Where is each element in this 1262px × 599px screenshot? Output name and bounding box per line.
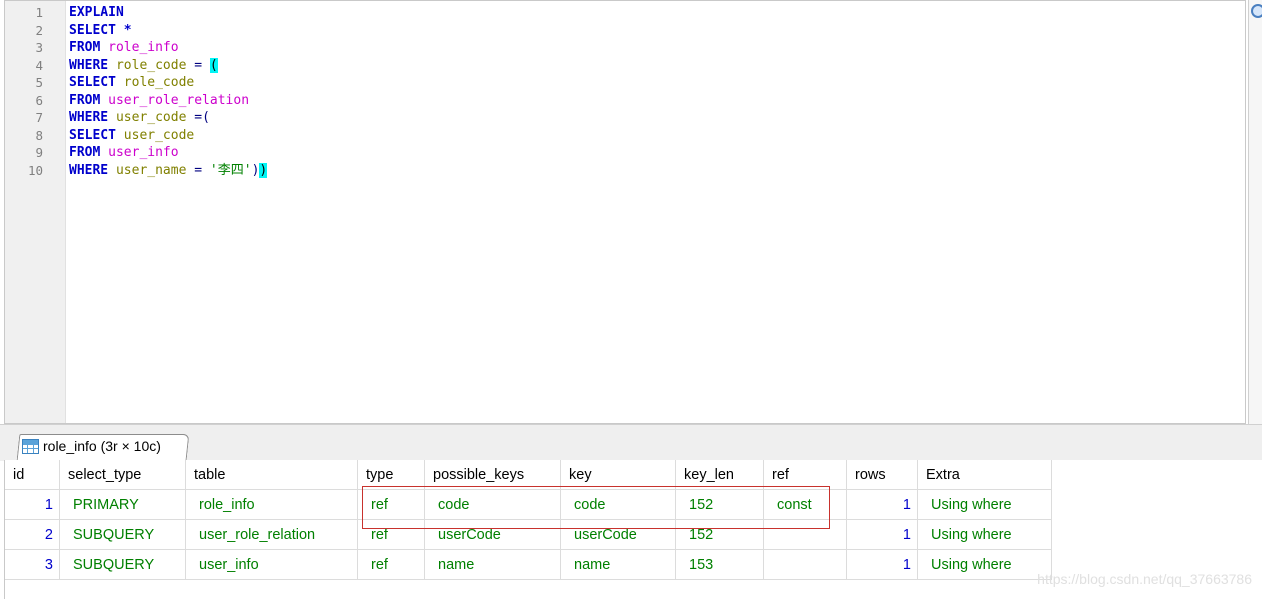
table-name: user_info	[108, 145, 179, 160]
cell-key-len[interactable]: 152	[675, 519, 764, 550]
line-number: 2	[35, 22, 43, 38]
code-line: WHERE user_code =(	[69, 109, 267, 127]
keyword-from: FROM	[69, 145, 101, 160]
cell-key-len[interactable]: 153	[675, 549, 764, 580]
column-name: role_code	[123, 75, 195, 90]
column-name: user_code	[123, 127, 195, 143]
keyword-from: FROM	[69, 92, 101, 108]
line-number: 7	[35, 110, 43, 125]
line-number: 8	[35, 127, 43, 143]
cell-key[interactable]: code	[560, 489, 676, 520]
cell-ref[interactable]: const	[763, 489, 847, 520]
line-number-gutter: 1 2 3 4 5 6 7 8 9 10	[5, 1, 66, 423]
column-header-table[interactable]: table	[185, 460, 358, 490]
operator: =	[194, 162, 203, 178]
code-line: FROM user_info	[69, 144, 267, 162]
cell-key-len[interactable]: 152	[675, 489, 764, 520]
cell-select-type[interactable]: SUBQUERY	[59, 519, 186, 550]
explain-result-table: id select_type table type possible_keys …	[5, 460, 1052, 580]
column-name: user_code	[115, 110, 187, 125]
watermark: https://blog.csdn.net/qq_37663786	[1037, 571, 1252, 587]
cell-table[interactable]: user_role_relation	[185, 519, 358, 550]
line-number: 3	[35, 40, 43, 55]
cell-select-type[interactable]: SUBQUERY	[59, 549, 186, 580]
code-line: EXPLAIN	[69, 4, 267, 22]
table-name: user_role_relation	[108, 92, 250, 108]
column-name: user_name	[115, 162, 187, 178]
cell-id[interactable]: 3	[5, 549, 60, 580]
cell-rows[interactable]: 1	[846, 519, 918, 550]
table-name: role_info	[108, 40, 179, 55]
code-line: FROM user_role_relation	[69, 92, 267, 110]
keyword-from: FROM	[69, 40, 101, 55]
column-name: role_code	[115, 57, 187, 73]
column-header-select-type[interactable]: select_type	[59, 460, 186, 490]
cell-id[interactable]: 2	[5, 519, 60, 550]
table-grid-icon	[22, 438, 39, 454]
column-header-type[interactable]: type	[357, 460, 425, 490]
vertical-scrollbar[interactable]	[1248, 0, 1262, 424]
operator: =	[194, 57, 203, 73]
tab-role-info[interactable]: role_info (3r × 10c)	[22, 434, 161, 458]
bracket-highlight: (	[209, 57, 218, 73]
code-line: WHERE role_code = (	[69, 57, 267, 75]
code-line: WHERE user_name = '李四'))	[69, 162, 268, 180]
sql-code[interactable]: EXPLAIN SELECT * FROM role_info WHERE ro…	[69, 4, 268, 180]
cell-table[interactable]: user_info	[185, 549, 358, 580]
column-header-extra[interactable]: Extra	[917, 460, 1052, 490]
code-line: SELECT *	[69, 22, 267, 40]
cell-type[interactable]: ref	[357, 519, 425, 550]
column-header-id[interactable]: id	[5, 460, 60, 490]
line-number: 5	[35, 75, 43, 90]
column-header-key-len[interactable]: key_len	[675, 460, 764, 490]
keyword-select: SELECT	[69, 127, 116, 143]
cell-possible-keys[interactable]: name	[424, 549, 561, 580]
cell-extra[interactable]: Using where	[917, 489, 1052, 520]
sql-editor[interactable]: 1 2 3 4 5 6 7 8 9 10 EXPLAIN SELECT * FR…	[4, 0, 1246, 424]
line-number: 9	[35, 145, 43, 160]
keyword-where: WHERE	[69, 110, 109, 125]
cell-key[interactable]: userCode	[560, 519, 676, 550]
table-row[interactable]: 1 PRIMARY role_info ref code code 152 co…	[5, 489, 1052, 520]
cell-type[interactable]: ref	[357, 549, 425, 580]
bracket-highlight: )	[259, 162, 268, 178]
operator: =(	[194, 110, 210, 125]
cell-table[interactable]: role_info	[185, 489, 358, 520]
keyword-select: SELECT	[69, 75, 116, 90]
table-row[interactable]: 2 SUBQUERY user_role_relation ref userCo…	[5, 519, 1052, 550]
line-number: 10	[27, 162, 43, 178]
line-number: 6	[35, 92, 43, 108]
code-line: SELECT role_code	[69, 74, 267, 92]
line-number: 4	[35, 57, 43, 73]
code-line: FROM role_info	[69, 39, 267, 57]
tab-label: role_info (3r × 10c)	[43, 438, 161, 454]
cell-ref[interactable]	[763, 519, 847, 550]
cell-rows[interactable]: 1	[846, 489, 918, 520]
table-header-row: id select_type table type possible_keys …	[5, 460, 1052, 490]
cell-rows[interactable]: 1	[846, 549, 918, 580]
keyword-where: WHERE	[69, 162, 109, 178]
cell-possible-keys[interactable]: userCode	[424, 519, 561, 550]
column-header-possible-keys[interactable]: possible_keys	[424, 460, 561, 490]
keyword-where: WHERE	[69, 57, 109, 73]
keyword-explain: EXPLAIN	[69, 5, 124, 20]
cell-ref[interactable]	[763, 549, 847, 580]
line-number: 1	[35, 5, 43, 20]
string-literal: '李四'	[209, 162, 252, 178]
result-tab-strip	[0, 424, 1262, 461]
cell-type[interactable]: ref	[357, 489, 425, 520]
cell-extra[interactable]: Using where	[917, 549, 1052, 580]
table-row[interactable]: 3 SUBQUERY user_info ref name name 153 1…	[5, 549, 1052, 580]
scroll-knob-icon[interactable]	[1251, 4, 1262, 18]
column-header-key[interactable]: key	[560, 460, 676, 490]
cell-extra[interactable]: Using where	[917, 519, 1052, 550]
code-line: SELECT user_code	[69, 127, 267, 145]
keyword-select: SELECT *	[69, 22, 132, 38]
column-header-ref[interactable]: ref	[763, 460, 847, 490]
cell-id[interactable]: 1	[5, 489, 60, 520]
cell-possible-keys[interactable]: code	[424, 489, 561, 520]
cell-key[interactable]: name	[560, 549, 676, 580]
cell-select-type[interactable]: PRIMARY	[59, 489, 186, 520]
column-header-rows[interactable]: rows	[846, 460, 918, 490]
